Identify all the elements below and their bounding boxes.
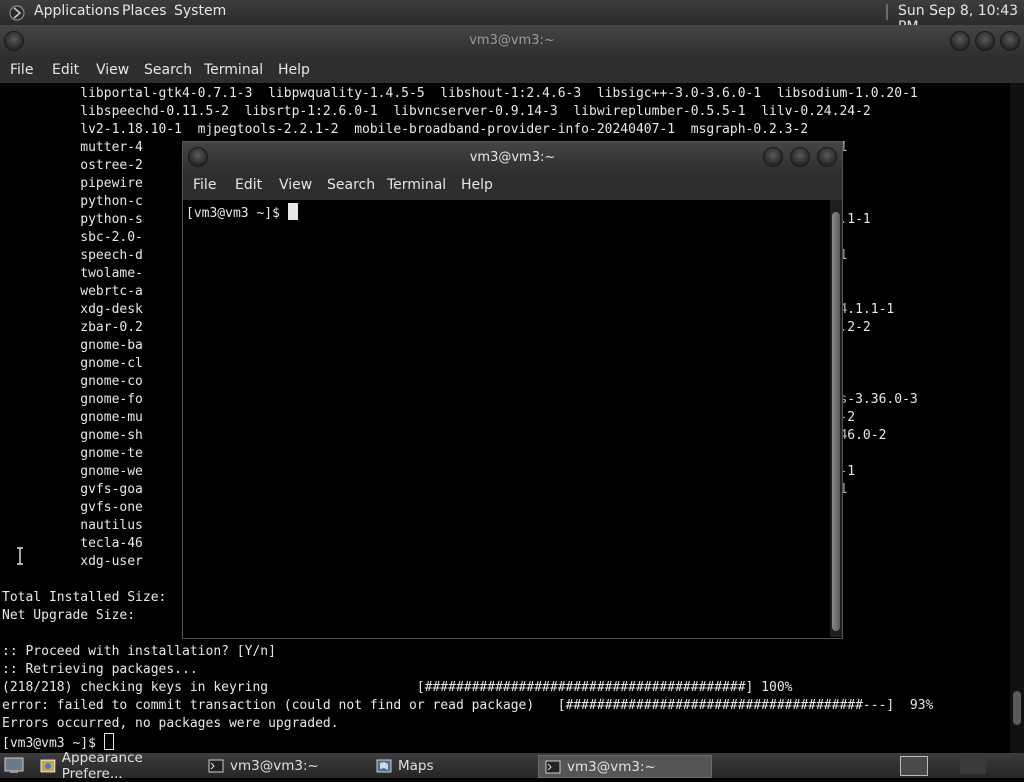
minimize-icon[interactable]: [950, 31, 970, 51]
main-menubar: File Edit View Search Terminal Help: [0, 57, 1024, 83]
maximize-icon[interactable]: [975, 31, 995, 51]
workspace-switcher-2[interactable]: [960, 756, 986, 774]
menu-edit[interactable]: Edit: [52, 62, 79, 78]
ibeam-cursor-icon: [17, 547, 23, 565]
inner-menu-help[interactable]: Help: [461, 177, 493, 193]
maps-icon: [376, 759, 392, 772]
inner-close-icon[interactable]: [817, 147, 837, 167]
inner-menubar: File Edit View Search Terminal Help: [183, 172, 842, 200]
inner-menu-edit[interactable]: Edit: [235, 177, 262, 193]
inner-menu-file[interactable]: File: [193, 177, 216, 193]
menu-search[interactable]: Search: [144, 62, 192, 78]
task-terminal-1[interactable]: vm3@vm3:~: [202, 755, 374, 776]
panel-separator: [886, 4, 888, 20]
applications-menu[interactable]: Applications: [34, 3, 120, 19]
inner-menu-search[interactable]: Search: [327, 177, 375, 193]
task-label: Appearance Prefere...: [61, 749, 143, 782]
close-icon[interactable]: [1000, 31, 1020, 51]
menu-view[interactable]: View: [96, 62, 129, 78]
terminal-icon: [545, 760, 561, 773]
task-label: Maps: [398, 757, 434, 774]
inner-terminal-prompt[interactable]: [vm3@vm3 ~]$: [186, 203, 298, 223]
menu-help[interactable]: Help: [278, 62, 310, 78]
task-label: vm3@vm3:~: [230, 757, 319, 774]
inner-menu-view[interactable]: View: [279, 177, 312, 193]
inner-window-title: vm3@vm3:~: [469, 150, 556, 165]
appearance-icon: [40, 759, 56, 772]
main-scrollbar-thumb[interactable]: [1013, 691, 1021, 725]
task-appearance-preferences[interactable]: Appearance Prefere...: [34, 750, 206, 782]
inner-titlebar[interactable]: vm3@vm3:~: [183, 142, 842, 172]
task-terminal-2-active[interactable]: vm3@vm3:~: [538, 755, 712, 778]
menu-terminal[interactable]: Terminal: [204, 62, 263, 78]
places-menu[interactable]: Places: [122, 3, 167, 19]
show-desktop-icon[interactable]: [4, 757, 24, 774]
task-maps[interactable]: Maps: [370, 755, 542, 776]
taskbar: Appearance Prefere... vm3@vm3:~ Maps vm3…: [0, 750, 1024, 782]
main-window-title: vm3@vm3:~: [469, 33, 555, 48]
main-scrollbar[interactable]: [1010, 83, 1024, 753]
inner-menu-terminal[interactable]: Terminal: [387, 177, 446, 193]
top-panel: Applications Places System Sun Sep 8, 10…: [0, 0, 1024, 35]
terminal-icon: [208, 759, 224, 772]
inner-minimize-icon[interactable]: [763, 147, 783, 167]
inner-maximize-icon[interactable]: [790, 147, 810, 167]
inner-text-cursor: [287, 203, 298, 220]
gnome-foot-icon[interactable]: [8, 3, 26, 21]
menu-file[interactable]: File: [10, 62, 33, 78]
task-label: vm3@vm3:~: [567, 758, 656, 775]
inner-scrollbar[interactable]: [830, 200, 842, 637]
main-titlebar[interactable]: vm3@vm3:~: [0, 25, 1024, 57]
inner-prompt-text: [vm3@vm3 ~]$: [186, 206, 288, 221]
text-cursor: [103, 733, 114, 750]
workspace-switcher-1[interactable]: [900, 756, 928, 776]
system-menu[interactable]: System: [174, 3, 226, 19]
inner-terminal-window: vm3@vm3:~ File Edit View Search Terminal…: [182, 141, 843, 639]
inner-scrollbar-thumb[interactable]: [832, 212, 840, 631]
